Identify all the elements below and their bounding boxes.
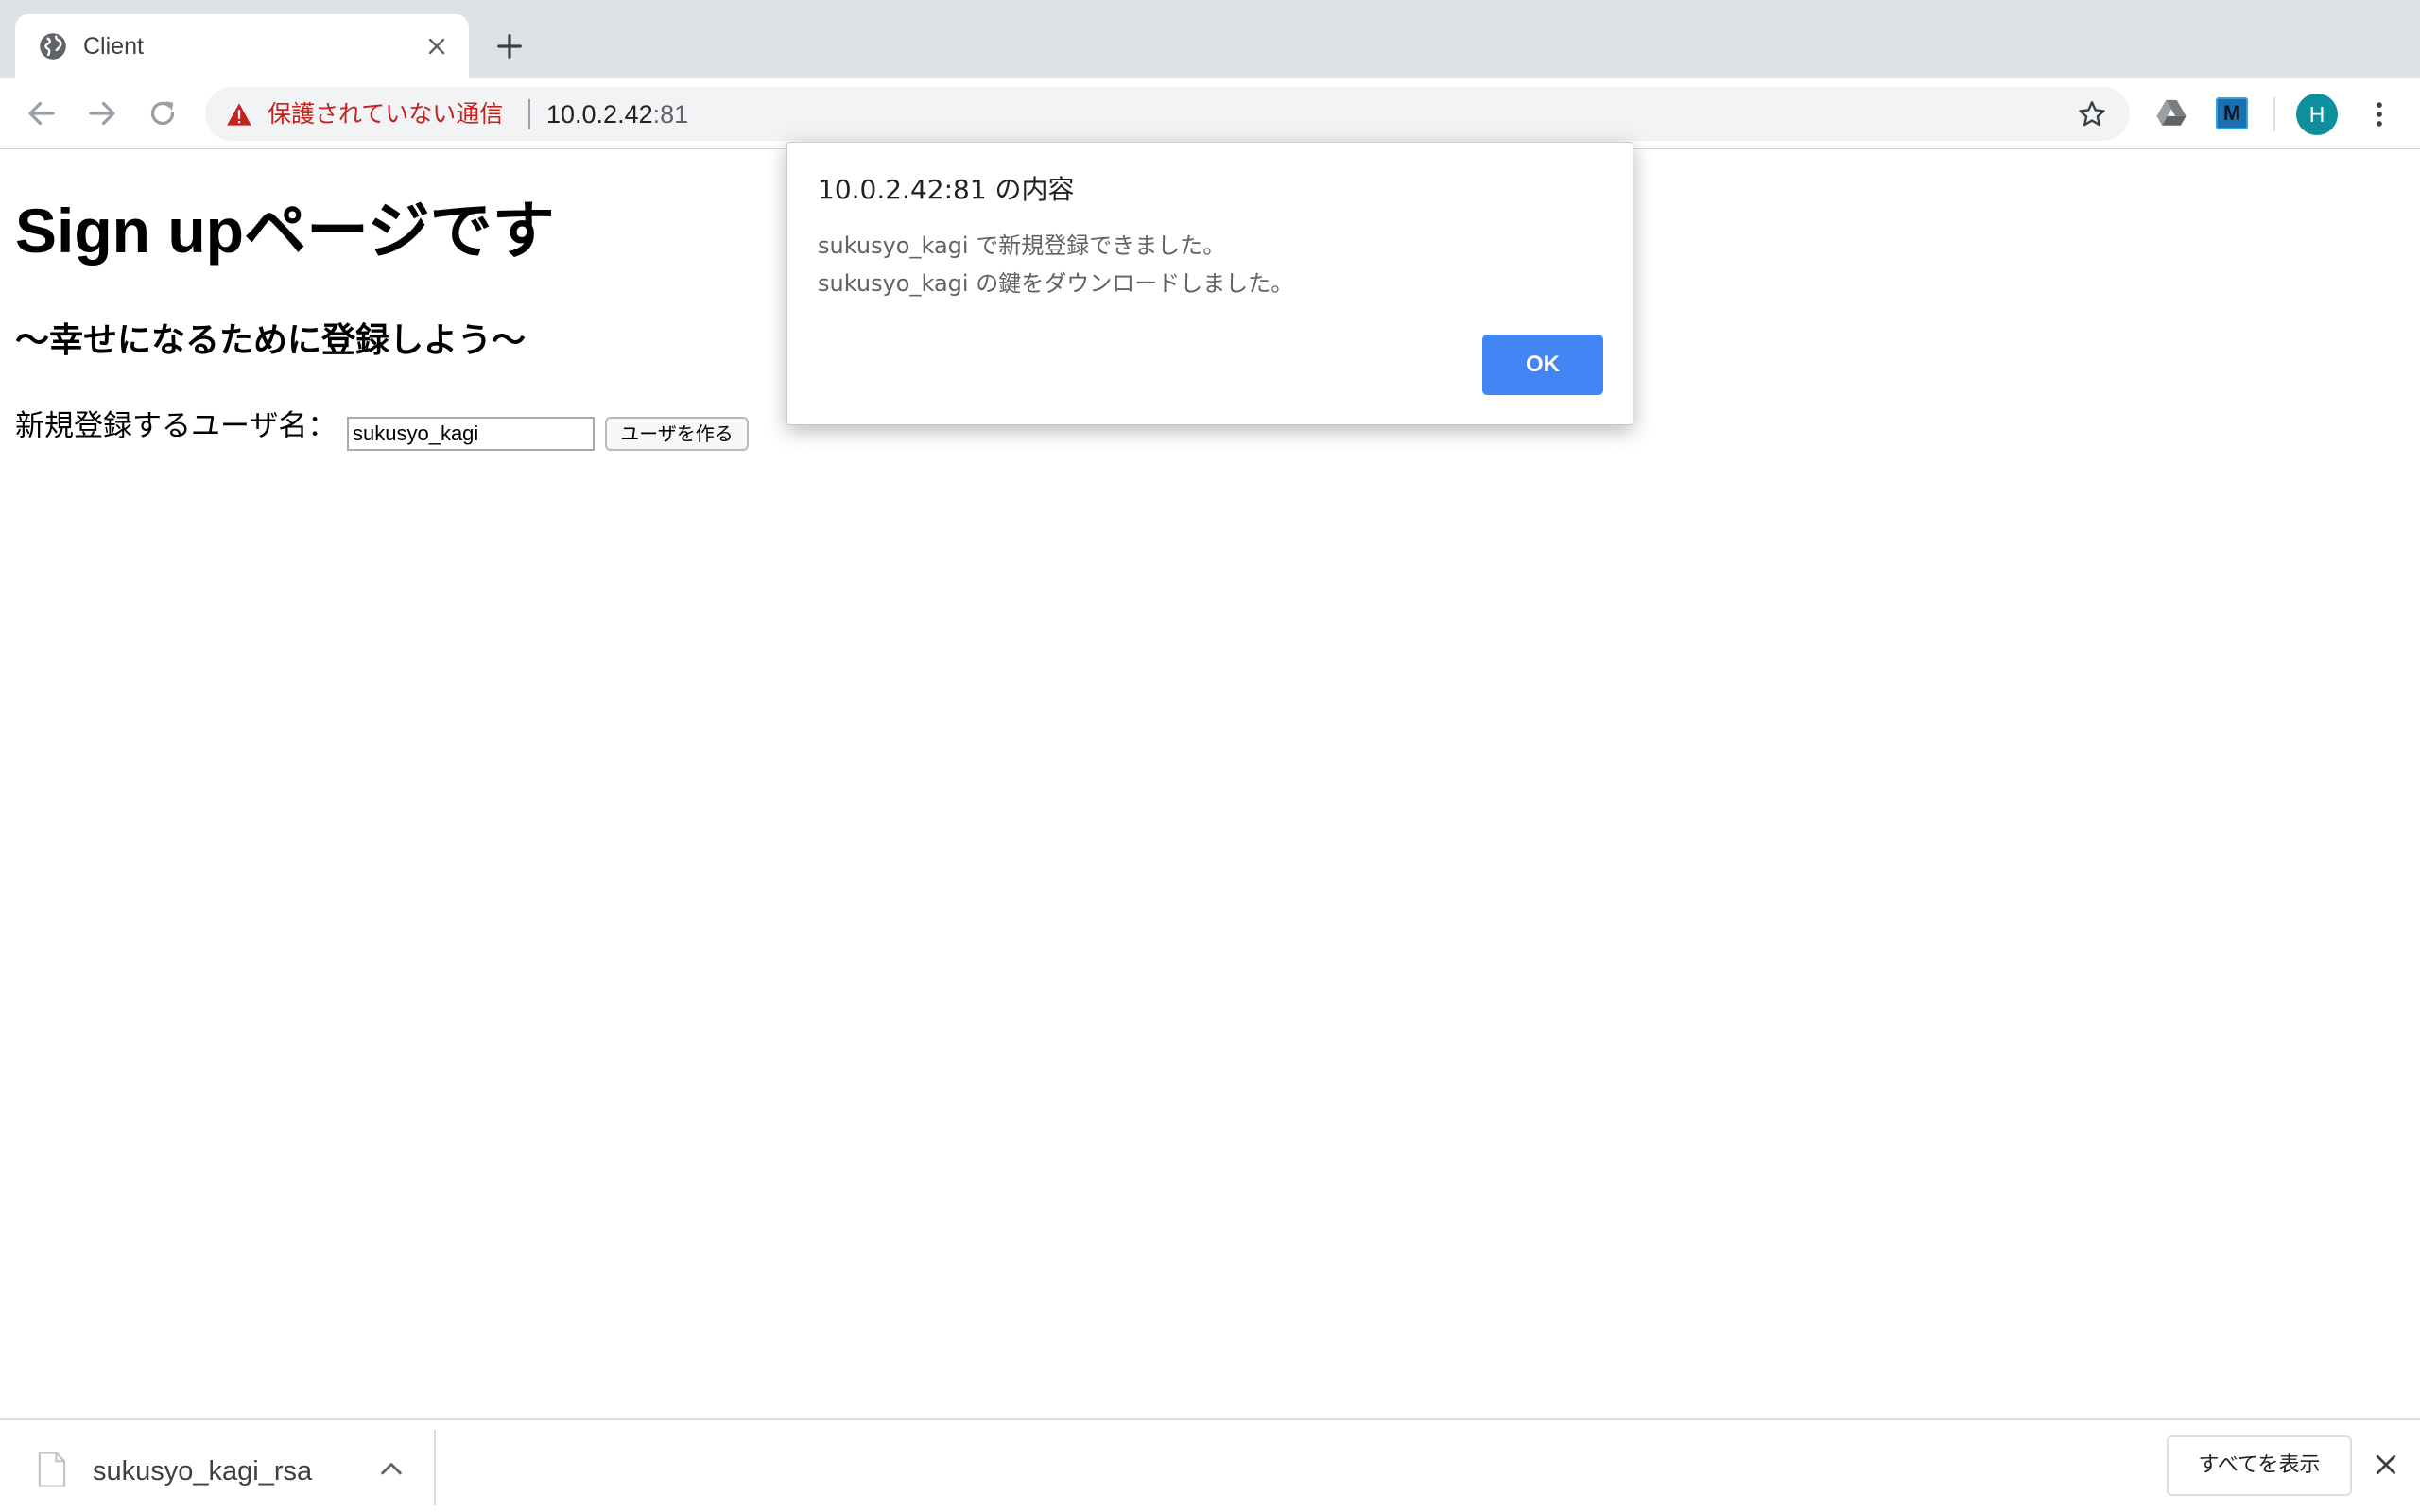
show-all-label: すべてを表示 [2198, 1453, 2321, 1477]
arrow-forward-icon[interactable] [85, 96, 119, 130]
globe-icon [40, 33, 66, 60]
download-shelf: sukusyo_kagi_rsa すべてを表示 [0, 1418, 2420, 1512]
security-status-text[interactable]: 保護されていない通信 [268, 97, 503, 131]
download-file-name[interactable]: sukusyo_kagi_rsa [93, 1452, 312, 1490]
alert-dialog: 10.0.2.42:81 の内容 sukusyo_kagi で新規登録できました… [786, 142, 1634, 425]
browser-toolbar: 保護されていない通信 10.0.2.42:81 M H [0, 78, 2420, 149]
tab-strip: Client [0, 0, 2420, 78]
drive-icon[interactable] [2155, 98, 2187, 129]
omnibox-divider [528, 99, 530, 129]
url-host: 10.0.2.42 [546, 100, 653, 129]
arrow-back-icon[interactable] [25, 96, 59, 130]
file-icon [38, 1452, 66, 1487]
reload-icon[interactable] [146, 96, 180, 130]
address-bar[interactable]: 保護されていない通信 10.0.2.42:81 [205, 87, 2130, 141]
profile-avatar[interactable]: H [2296, 94, 2338, 135]
username-input-value: sukusyo_kagi [353, 421, 479, 445]
dialog-title: 10.0.2.42:81 の内容 [818, 174, 1075, 205]
page-subtitle: 〜幸せになるために登録しよう〜 [15, 321, 527, 360]
m-extension-label: M [2222, 101, 2241, 125]
dialog-message-line1: sukusyo_kagi で新規登録できました。 [818, 232, 1226, 259]
kebab-menu-icon[interactable] [2363, 97, 2395, 131]
profile-initial: H [2308, 102, 2325, 127]
ok-button-label: OK [1526, 352, 1560, 377]
shelf-divider [434, 1430, 436, 1505]
create-user-button[interactable]: ユーザを作る [605, 417, 749, 451]
close-icon[interactable] [2374, 1452, 2398, 1477]
toolbar-divider [2273, 97, 2275, 131]
m-extension-icon[interactable]: M [2216, 97, 2248, 129]
show-all-button[interactable]: すべてを表示 [2167, 1435, 2352, 1496]
chevron-up-icon[interactable] [378, 1456, 405, 1479]
plus-icon[interactable] [495, 32, 524, 60]
url-port: :81 [652, 100, 689, 129]
username-input[interactable]: sukusyo_kagi [347, 417, 595, 451]
url-text[interactable]: 10.0.2.42:81 [546, 97, 688, 131]
warning-icon[interactable] [226, 102, 252, 127]
tab-client[interactable]: Client [15, 14, 469, 78]
ok-button[interactable]: OK [1482, 335, 1603, 395]
create-user-button-label: ユーザを作る [620, 422, 734, 445]
tab-close-icon[interactable] [425, 35, 448, 58]
dialog-message-line2: sukusyo_kagi の鍵をダウンロードしました。 [818, 270, 1294, 297]
page-title: Sign upページです [15, 196, 555, 266]
tab-title: Client [83, 33, 144, 60]
username-label: 新規登録するユーザ名： [15, 409, 337, 443]
star-icon[interactable] [2077, 99, 2107, 129]
